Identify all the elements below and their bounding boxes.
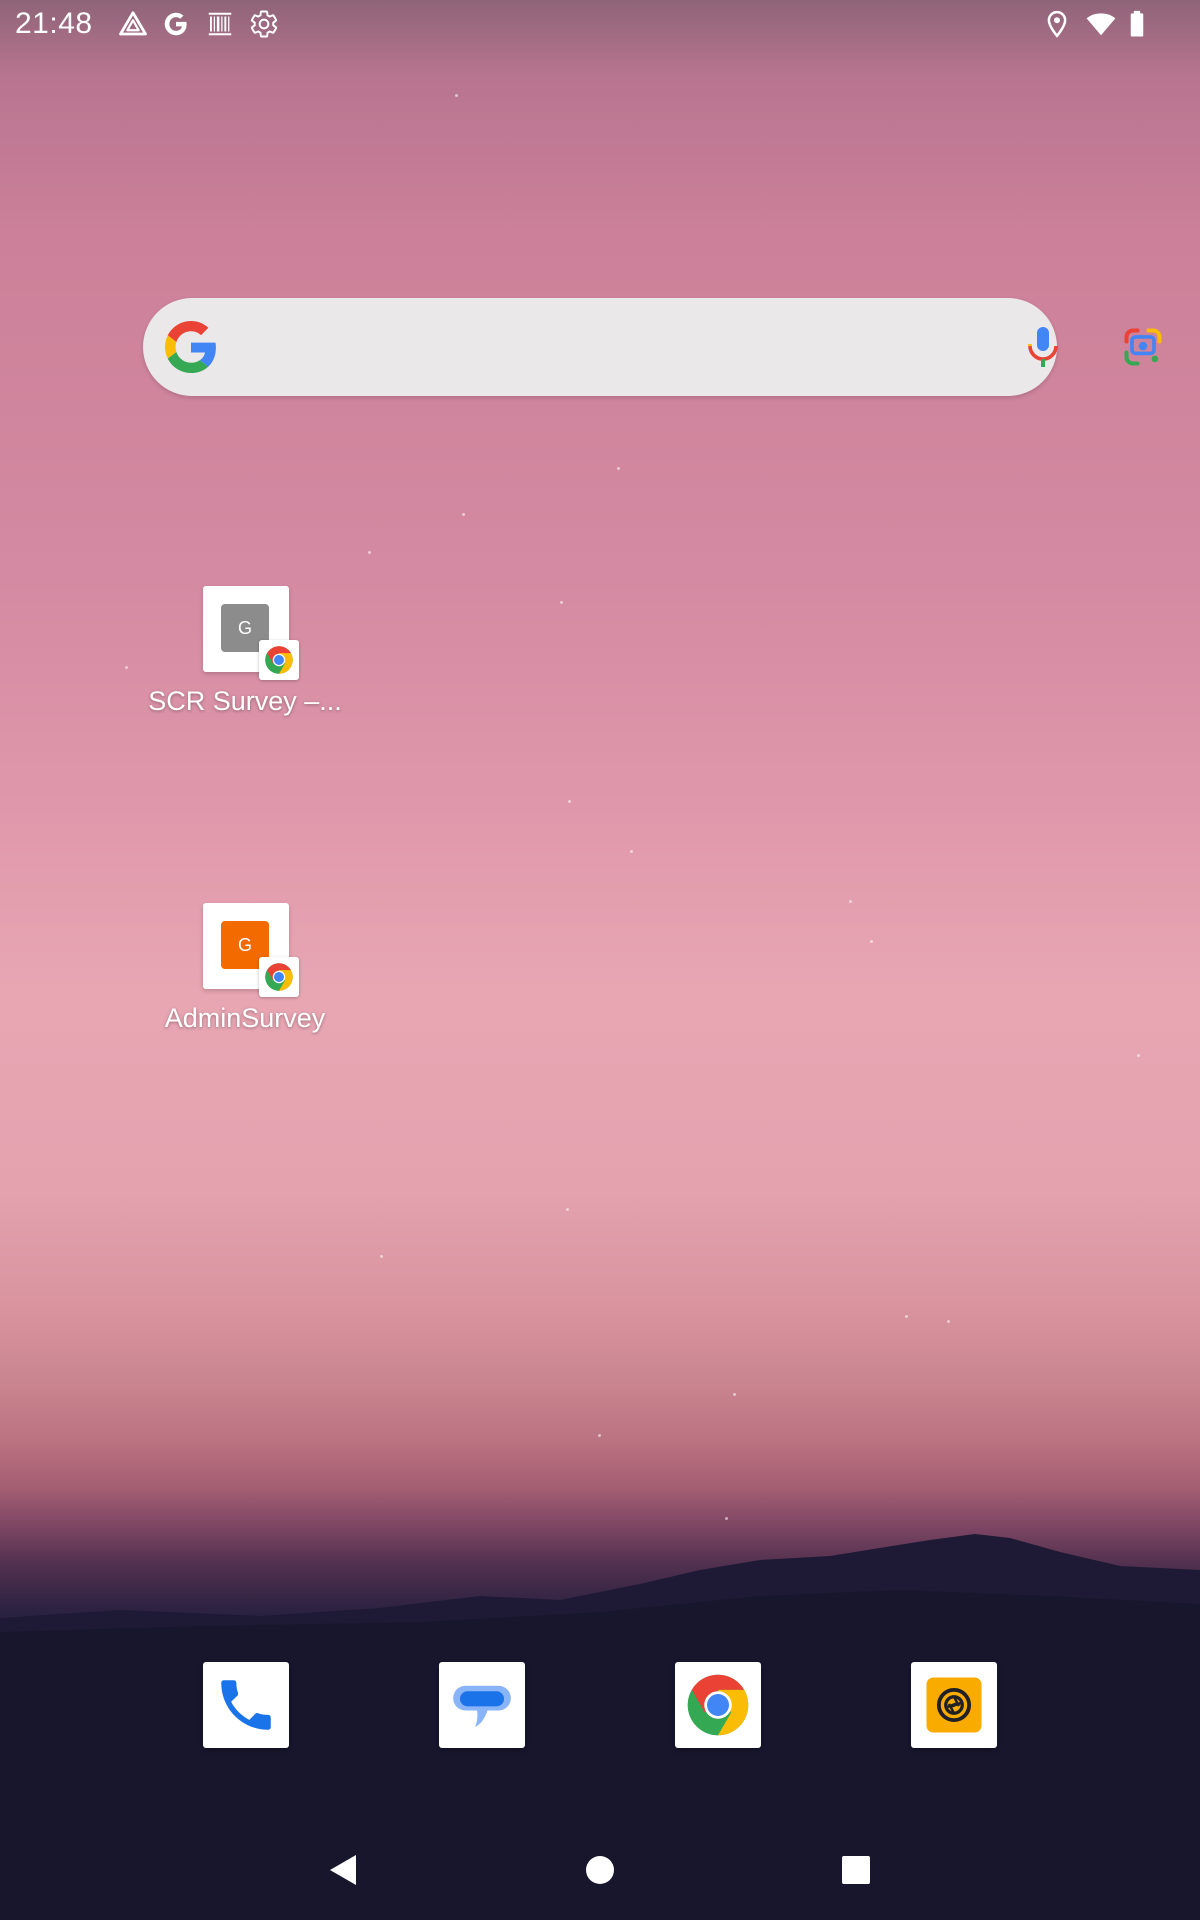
home-icon — [586, 1856, 614, 1884]
shortcut-scr-survey[interactable]: G SCR Survey –... — [115, 586, 375, 766]
google-search-bar[interactable] — [143, 298, 1162, 396]
dock-app-camera[interactable] — [911, 1662, 997, 1748]
camera-icon — [926, 1677, 982, 1733]
location-icon — [1047, 10, 1067, 38]
recents-icon — [842, 1856, 870, 1884]
recents-button[interactable] — [826, 1840, 886, 1900]
google-g-icon — [165, 321, 216, 373]
home-screen: 21:48 G SCR Survey –... G AdminSurvey — [0, 0, 1200, 1920]
phone-icon — [221, 1680, 271, 1730]
google-icon — [164, 12, 187, 36]
chrome-icon — [265, 646, 293, 674]
dock-app-phone[interactable] — [203, 1662, 289, 1748]
dock-app-chrome[interactable] — [675, 1662, 761, 1748]
drive-icon — [119, 11, 147, 36]
home-button[interactable] — [570, 1840, 630, 1900]
shortcut-label: AdminSurvey — [164, 1003, 326, 1033]
status-bar: 21:48 — [0, 0, 1200, 50]
google-lens-icon[interactable] — [1121, 325, 1165, 369]
battery-icon — [1130, 10, 1144, 37]
mic-icon[interactable] — [1019, 323, 1067, 371]
messages-icon — [453, 1685, 511, 1727]
chrome-icon — [687, 1674, 749, 1736]
chrome-badge — [259, 640, 299, 680]
shortcut-label: SCR Survey –... — [148, 686, 342, 716]
back-button[interactable] — [312, 1840, 372, 1900]
dock-app-messages[interactable] — [439, 1662, 525, 1748]
barcode-icon — [208, 12, 232, 36]
settings-gear-icon — [250, 10, 278, 38]
wifi-icon — [1086, 13, 1116, 36]
back-icon — [330, 1855, 356, 1885]
chrome-icon — [265, 963, 293, 991]
chrome-badge — [259, 957, 299, 997]
status-time: 21:48 — [15, 7, 93, 40]
shortcut-admin-survey[interactable]: G AdminSurvey — [115, 903, 375, 1083]
